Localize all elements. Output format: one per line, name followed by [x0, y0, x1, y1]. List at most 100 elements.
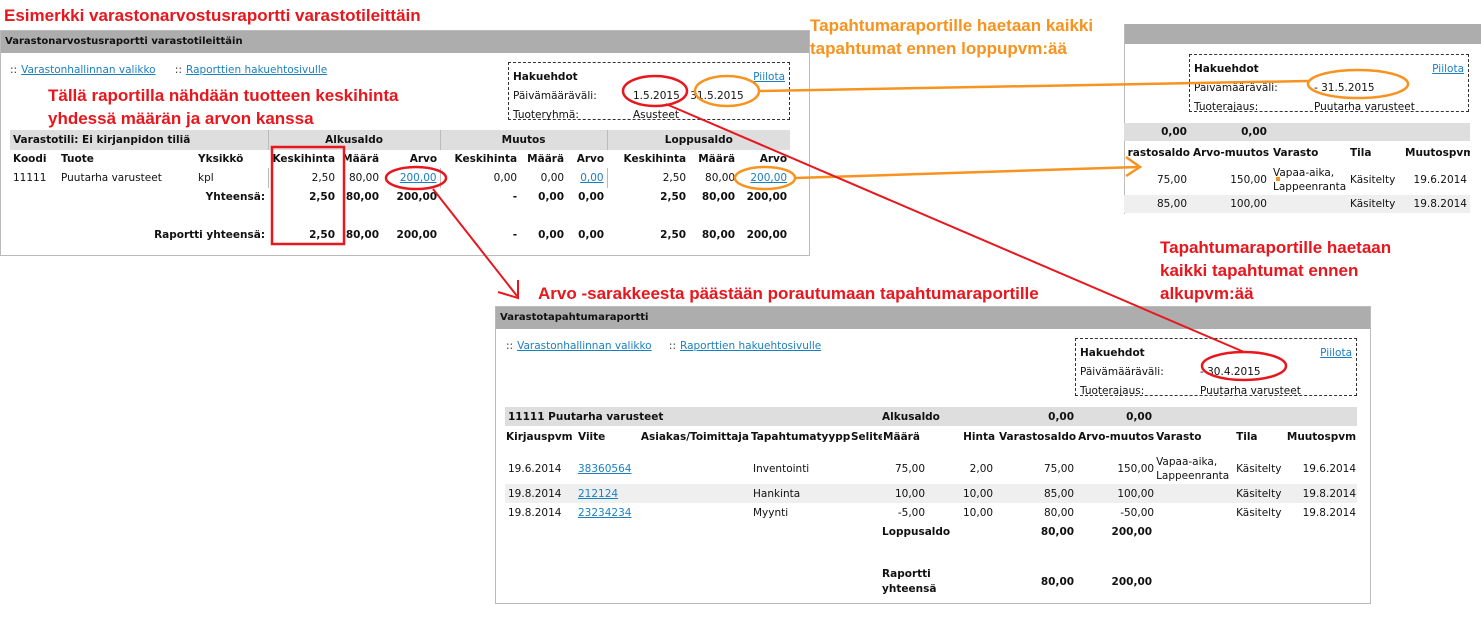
transaction-report-title: Varastotapahtumaraportti — [496, 307, 1370, 329]
col-header: Keskihinta — [272, 153, 336, 165]
cell: 2,50 — [660, 191, 687, 203]
col-header: Tila — [1236, 431, 1258, 443]
cell: 2,50 — [660, 229, 687, 241]
opening-value-link[interactable]: 200,00 — [400, 172, 437, 184]
col-header: Kirjauspvm — [506, 431, 573, 443]
date-range-label: Päivämääräväli: — [1080, 365, 1164, 378]
col-header: Varasto — [1156, 431, 1202, 443]
cell: 0,00 — [540, 172, 565, 184]
cell: 75,00 — [1156, 174, 1187, 186]
cell: 80,00 — [705, 172, 736, 184]
cell — [1270, 195, 1350, 213]
product-filter-value: Puutarha varusteet — [1200, 384, 1301, 397]
hide-link[interactable]: Piilota — [1432, 63, 1464, 75]
cell — [850, 454, 882, 484]
account-label: Varastotili: Ei kirjanpidon tiliä — [10, 130, 269, 150]
inventory-menu-link[interactable]: Varastonhallinnan valikko — [21, 64, 156, 76]
cell: 2,50 — [311, 172, 336, 184]
date-range-label: Päivämääräväli: — [513, 89, 597, 102]
cell: Hankinta — [753, 487, 801, 500]
cell: Inventointi — [753, 463, 810, 475]
cell — [635, 503, 750, 522]
col-header: Määrä — [698, 153, 736, 165]
product-group-label: Tuoteryhmä: — [513, 108, 579, 121]
cell — [635, 484, 750, 503]
col-header: rastosaldo — [1127, 147, 1190, 159]
cell: 19.6.2014 — [1413, 174, 1467, 186]
col-header: Viite — [578, 431, 606, 443]
cell: - — [512, 191, 518, 203]
table-row: 19.8.2014 23234234 Myynti -5,00 10,00 80… — [505, 503, 1357, 522]
cell: 100,00 — [1230, 198, 1267, 210]
col-header: Tila — [1350, 147, 1372, 159]
col-header: Arvo — [576, 153, 605, 165]
table-row: 19.6.2014 38360564 Inventointi 75,00 2,0… — [505, 454, 1357, 484]
cell: 10,00 — [894, 487, 926, 500]
report-criteria-link[interactable]: Raporttien hakuehtosivulle — [680, 340, 821, 352]
transaction-nav-links: :: Varastonhallinnan valikko :: Raporttien… — [506, 340, 821, 352]
cell — [1155, 503, 1235, 522]
grand-total-label: Raportti yhteensä — [882, 568, 937, 595]
closing-value-connector — [794, 165, 1139, 180]
cell: 2,50 — [309, 191, 336, 203]
closing-value-link[interactable]: 200,00 — [750, 172, 787, 184]
date-range-label: Päivämääräväli: — [1194, 81, 1278, 94]
cell: 200,00 — [396, 229, 438, 241]
col-header: Arvo-muutos — [1193, 147, 1270, 159]
product-filter-label: Tuoterajaus: — [1194, 100, 1259, 113]
criteria-heading: Hakuehdot — [1080, 346, 1145, 359]
annotation-drilldown: Arvo -sarakkeesta päästään porautumaan t… — [538, 284, 1039, 303]
cell: 0,00 — [578, 229, 605, 241]
cell: Myynti — [753, 506, 789, 519]
cell: Vapaa-aika, Lappeenranta — [1156, 456, 1230, 482]
cell: 0,00 — [538, 229, 565, 241]
cell: 200,00 — [746, 229, 788, 241]
date-value: - 31.5.2015 — [1314, 81, 1375, 94]
cell: 0,00 — [578, 191, 605, 203]
cell: 2,50 — [662, 172, 687, 184]
cell: 80,00 — [348, 172, 380, 184]
cell: Käsitelty — [1236, 487, 1282, 500]
col-header: Tapahtumatyyppi — [751, 431, 850, 443]
reference-link[interactable]: 23234234 — [578, 507, 631, 519]
cell: 80,00 — [1040, 526, 1075, 538]
closing-row: Loppusaldo 80,00 200,00 — [505, 522, 1357, 542]
cell: 100,00 — [1117, 487, 1155, 500]
cell: 2,00 — [969, 463, 994, 475]
col-header: Varasto — [1273, 147, 1319, 159]
inventory-menu-link[interactable]: Varastonhallinnan valikko — [517, 340, 652, 352]
hide-link[interactable]: Piilota — [1320, 347, 1352, 359]
grand-total-label: Raportti yhteensä: — [154, 229, 266, 241]
grand-total-row: Raportti yhteensä: 2,50 80,00 200,00 - 0… — [10, 226, 790, 244]
criteria-heading: Hakuehdot — [1194, 62, 1259, 75]
transaction-table: 11111 Puutarha varusteet Alkusaldo 0,00 … — [505, 407, 1358, 598]
cell: 10,00 — [963, 487, 994, 500]
annotation-before-end: Tapahtumaraportille haetaan kaikki tapaht… — [810, 16, 1094, 58]
cell: 19.8.2014 — [508, 506, 562, 519]
table-row: 75,00 150,00 Vapaa-aika, Lappeenranta Kä… — [1124, 165, 1470, 195]
cell: -50,00 — [1120, 506, 1155, 519]
valuation-table: Varastotili: Ei kirjanpidon tiliä Alkusa… — [10, 130, 791, 244]
reference-link[interactable]: 212124 — [578, 488, 618, 500]
hide-link[interactable]: Piilota — [753, 71, 785, 83]
change-value-link[interactable]: 0,00 — [580, 172, 603, 184]
cell: 200,00 — [746, 191, 788, 203]
col-header: Muutospvm — [1286, 431, 1357, 443]
annotation-before-start: Tapahtumaraportille haetaan kaikki tapaht… — [1160, 238, 1392, 303]
cell: 19.6.2014 — [1302, 463, 1357, 475]
cell: 19.8.2014 — [1413, 198, 1467, 210]
cell — [1155, 484, 1235, 503]
reference-link[interactable]: 38360564 — [578, 463, 631, 475]
cell: 10,00 — [963, 506, 994, 519]
date-dash: - — [683, 89, 687, 102]
cell: 11111 — [13, 172, 47, 184]
product-heading: 11111 Puutarha varusteet — [508, 410, 664, 423]
cell: 0,00 — [538, 191, 565, 203]
cell: 0,00 — [1126, 410, 1153, 423]
cell: 19.8.2014 — [508, 487, 562, 500]
closing-label: Loppusaldo — [882, 526, 951, 538]
col-header: Muutospvm — [1405, 147, 1470, 159]
report-criteria-link[interactable]: Raporttien hakuehtosivulle — [186, 64, 327, 76]
cell: Puutarha varusteet — [61, 172, 162, 184]
link-separator: :: — [506, 340, 514, 352]
